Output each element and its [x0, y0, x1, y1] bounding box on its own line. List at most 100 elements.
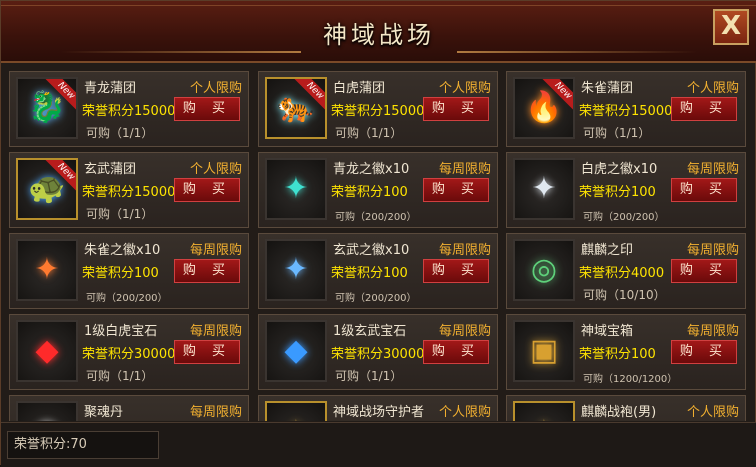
- item-card[interactable]: 🐉 New 青龙蒲团 个人限购 荣誉积分150000 购 买可购（1/1）: [9, 71, 249, 147]
- purchase-limit-label: 每周限购: [189, 243, 242, 258]
- item-icon-frame[interactable]: ▣: [513, 320, 575, 382]
- purchase-limit-label: 每周限购: [686, 162, 739, 177]
- baihu-badge-icon: ✦: [531, 171, 557, 206]
- item-icon-frame[interactable]: ✦: [513, 158, 575, 220]
- footer-bar: 荣誉积分:70: [1, 422, 756, 467]
- buy-button[interactable]: 购 买: [174, 340, 240, 364]
- item-name: 1级白虎宝石: [84, 324, 158, 339]
- item-price: 荣誉积分4000: [579, 266, 665, 281]
- purchase-availability: 可购（200/200）: [335, 293, 417, 304]
- buy-button[interactable]: 购 买: [174, 259, 240, 283]
- pill-icon: ●: [18, 403, 76, 421]
- item-name: 聚魂丹: [84, 405, 124, 420]
- item-card[interactable]: ▣ 神域宝箱 每周限购 荣誉积分100 购 买可购（1200/1200）: [506, 314, 746, 390]
- item-icon-frame[interactable]: ◆: [16, 320, 78, 382]
- item-icon-frame[interactable]: ◆: [265, 320, 327, 382]
- item-card[interactable]: ✧ 麒麟战袍(男) 个人限购: [506, 395, 746, 421]
- red-gem-icon: ◆: [35, 333, 59, 368]
- item-name: 白虎之徽x10: [581, 162, 658, 177]
- purchase-limit-label: 每周限购: [189, 324, 242, 339]
- qinglong-badge-icon: ✦: [283, 171, 309, 206]
- honor-points-display: 荣誉积分:70: [7, 431, 159, 459]
- item-icon-frame[interactable]: 🐅 New: [265, 77, 327, 139]
- item-price: 荣誉积分100: [331, 185, 408, 200]
- buy-button[interactable]: 购 买: [423, 259, 489, 283]
- purchase-limit-label: 个人限购: [686, 81, 739, 96]
- item-card[interactable]: ✧ 神域战场守护者个人限购: [258, 395, 498, 421]
- buy-button[interactable]: 购 买: [671, 259, 737, 283]
- item-price: 荣誉积分150000: [82, 104, 184, 119]
- item-icon-frame[interactable]: ✦: [265, 239, 327, 301]
- buy-button[interactable]: 购 买: [423, 340, 489, 364]
- purchase-limit-label: 个人限购: [438, 405, 491, 420]
- item-card[interactable]: ◆ 1级玄武宝石 每周限购 荣誉积分300000 购 买可购（1/1）: [258, 314, 498, 390]
- item-name: 玄武蒲团: [84, 162, 137, 177]
- item-name: 神域宝箱: [581, 324, 634, 339]
- item-price: 荣誉积分300000: [82, 347, 184, 362]
- item-icon-frame[interactable]: ✦: [16, 239, 78, 301]
- item-card[interactable]: 🐅 New 白虎蒲团 个人限购 荣誉积分150000 购 买可购（1/1）: [258, 71, 498, 147]
- purchase-availability: 可购（200/200）: [583, 212, 665, 223]
- window-title: 神域战场: [323, 21, 435, 49]
- item-price: 荣誉积分100: [579, 347, 656, 362]
- item-name: 青龙蒲团: [84, 81, 137, 96]
- item-icon-frame[interactable]: 🐢 New: [16, 158, 78, 220]
- item-price: 荣誉积分100: [82, 266, 159, 281]
- item-price: 荣誉积分150000: [331, 104, 433, 119]
- purchase-limit-label: 每周限购: [686, 243, 739, 258]
- item-price: 荣誉积分100: [579, 185, 656, 200]
- item-card[interactable]: ◎ 麒麟之印 每周限购 荣誉积分4000 购 买可购（10/10）: [506, 233, 746, 309]
- buy-button[interactable]: 购 买: [174, 97, 240, 121]
- buy-button[interactable]: 购 买: [671, 340, 737, 364]
- item-name: 神域战场守护者: [333, 405, 425, 420]
- item-name: 朱雀之徽x10: [84, 243, 161, 258]
- purchase-availability: 可购（1/1）: [583, 126, 651, 140]
- item-name: 麒麟之印: [581, 243, 634, 258]
- item-grid[interactable]: 🐉 New 青龙蒲团 个人限购 荣誉积分150000 购 买可购（1/1） 🐅 New 白虎蒲团…: [9, 71, 751, 421]
- item-card[interactable]: ◆ 1级白虎宝石 每周限购 荣誉积分300000 购 买可购（1/1）: [9, 314, 249, 390]
- guardian-icon: ✧: [267, 403, 325, 421]
- item-icon-frame[interactable]: ✧: [513, 401, 575, 421]
- item-icon-frame[interactable]: ✦: [265, 158, 327, 220]
- item-icon-frame[interactable]: 🐉 New: [16, 77, 78, 139]
- close-button[interactable]: X: [713, 9, 749, 45]
- item-card[interactable]: ✦ 玄武之徽x10 每周限购 荣誉积分100 购 买可购（200/200）: [258, 233, 498, 309]
- purchase-availability: 可购（1/1）: [335, 369, 403, 383]
- qilin-seal-icon: ◎: [530, 252, 558, 287]
- item-icon-frame[interactable]: ●: [16, 401, 78, 421]
- item-price: 荣誉积分300000: [331, 347, 433, 362]
- buy-button[interactable]: 购 买: [423, 178, 489, 202]
- treasure-chest-icon: ▣: [529, 333, 559, 368]
- item-card[interactable]: ✦ 朱雀之徽x10 每周限购 荣誉积分100 购 买可购（200/200）: [9, 233, 249, 309]
- buy-button[interactable]: 购 买: [423, 97, 489, 121]
- blue-gem-icon: ◆: [284, 333, 308, 368]
- item-card[interactable]: ✦ 青龙之徽x10 每周限购 荣誉积分100 购 买可购（200/200）: [258, 152, 498, 228]
- purchase-availability: 可购（200/200）: [335, 212, 417, 223]
- purchase-limit-label: 每周限购: [438, 324, 491, 339]
- purchase-availability: 可购（1/1）: [86, 207, 154, 221]
- title-ornament-right: [457, 51, 697, 53]
- item-price: 荣誉积分150000: [579, 104, 681, 119]
- item-icon-frame[interactable]: 🔥 New: [513, 77, 575, 139]
- item-name: 朱雀蒲团: [581, 81, 634, 96]
- purchase-limit-label: 个人限购: [438, 81, 491, 96]
- purchase-limit-label: 个人限购: [189, 162, 242, 177]
- purchase-limit-label: 个人限购: [189, 81, 242, 96]
- item-price: 荣誉积分100: [331, 266, 408, 281]
- item-icon-frame[interactable]: ◎: [513, 239, 575, 301]
- title-ornament-left: [61, 51, 301, 53]
- item-card[interactable]: 🔥 New 朱雀蒲团 个人限购 荣誉积分150000 购 买可购（1/1）: [506, 71, 746, 147]
- buy-button[interactable]: 购 买: [671, 178, 737, 202]
- buy-button[interactable]: 购 买: [174, 178, 240, 202]
- buy-button[interactable]: 购 买: [671, 97, 737, 121]
- zhuque-badge-icon: ✦: [34, 252, 60, 287]
- robe-icon: ✧: [515, 403, 573, 421]
- item-price: 荣誉积分150000: [82, 185, 184, 200]
- item-name: 白虎蒲团: [333, 81, 386, 96]
- item-card[interactable]: 🐢 New 玄武蒲团 个人限购 荣誉积分150000 购 买可购（1/1）: [9, 152, 249, 228]
- item-card[interactable]: ● 聚魂丹 每周限购: [9, 395, 249, 421]
- item-card[interactable]: ✦ 白虎之徽x10 每周限购荣誉积分100 购 买可购（200/200）: [506, 152, 746, 228]
- purchase-availability: 可购（1/1）: [86, 126, 154, 140]
- item-icon-frame[interactable]: ✧: [265, 401, 327, 421]
- purchase-limit-label: 每周限购: [189, 405, 242, 420]
